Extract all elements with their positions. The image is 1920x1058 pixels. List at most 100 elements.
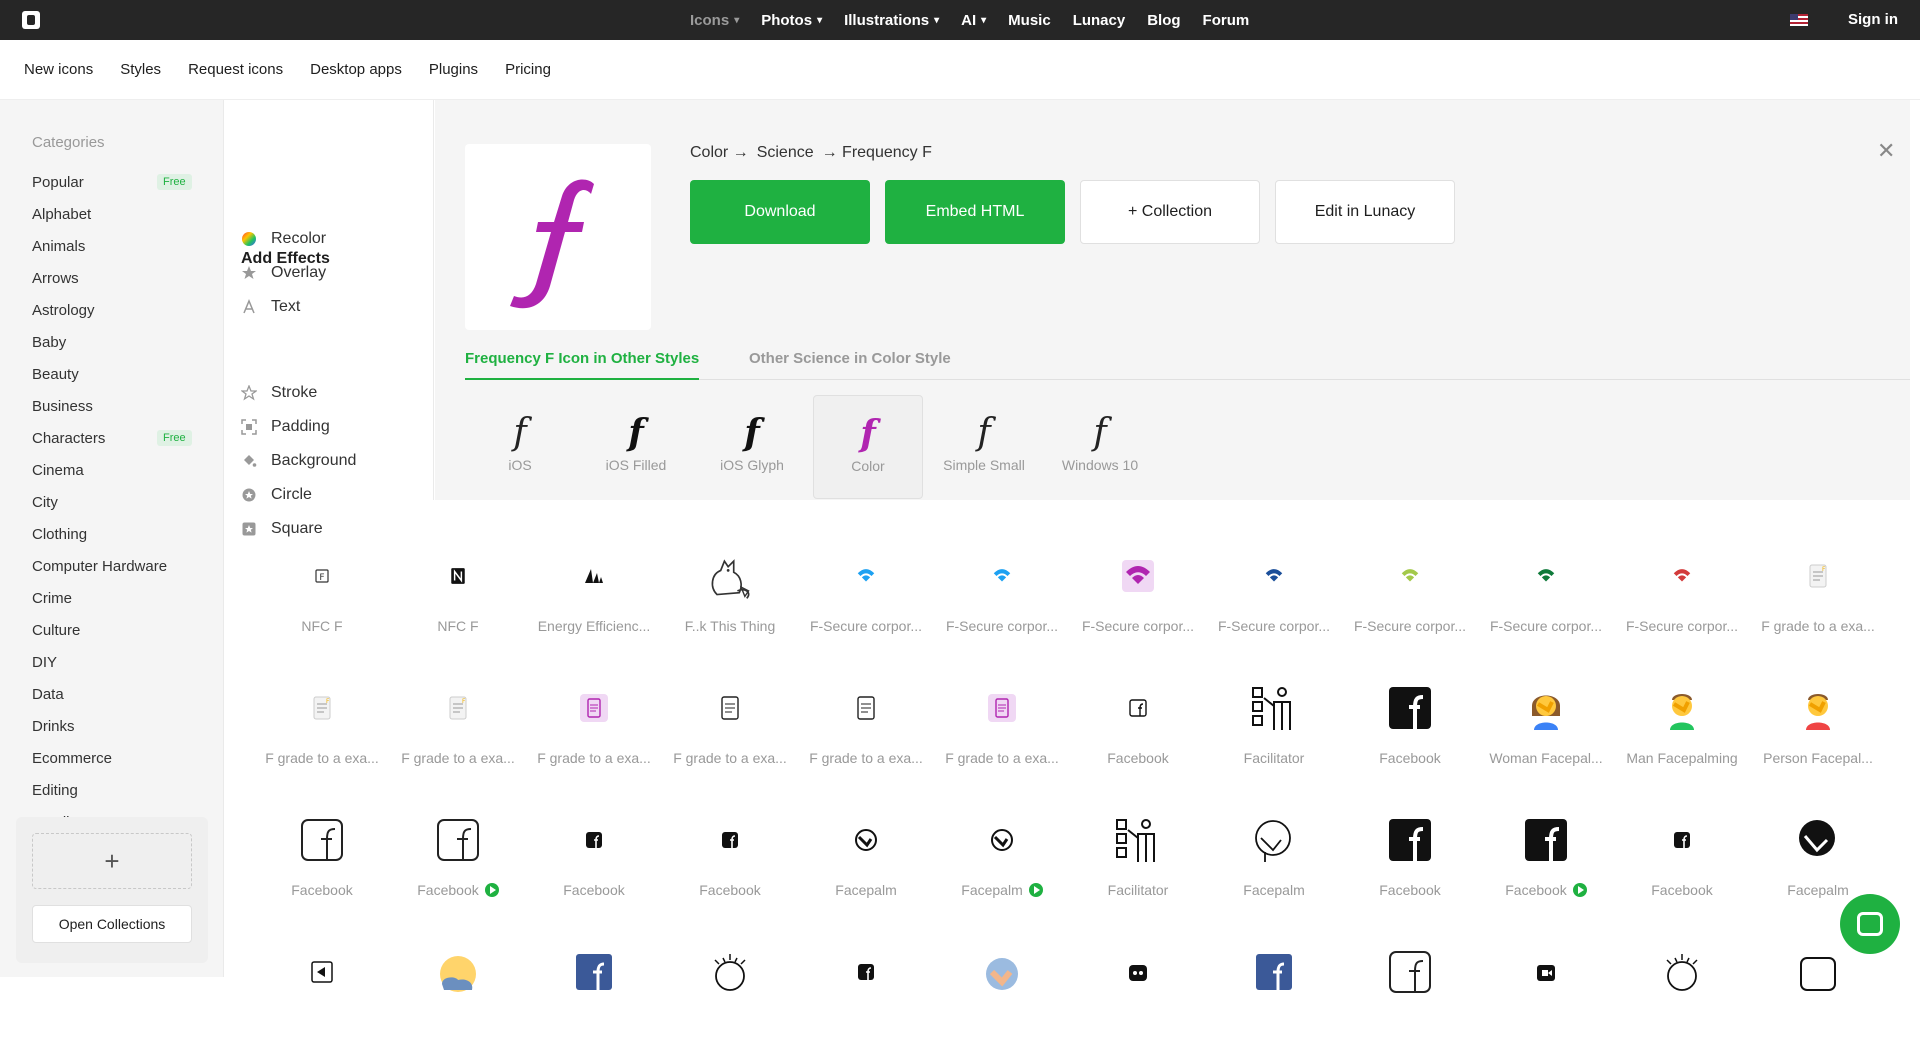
chat-button[interactable] (1840, 894, 1900, 954)
icon-grid-item[interactable]: F grade to a exa... (526, 662, 662, 794)
icon-grid-item[interactable] (254, 926, 390, 1058)
style-color[interactable]: f Color (813, 395, 923, 499)
add-to-collection-button[interactable]: + Collection (1080, 180, 1260, 244)
tab-other-science[interactable]: Other Science in Color Style (749, 350, 951, 380)
effect-stroke[interactable]: Stroke (241, 378, 317, 408)
subnav-pricing[interactable]: Pricing (505, 61, 551, 78)
icon-grid-item[interactable]: Person Facepal... (1750, 662, 1886, 794)
icon-grid-item[interactable] (662, 926, 798, 1058)
icon-grid-item[interactable]: F-Secure corpor... (1342, 530, 1478, 662)
sidebar-item-arrows[interactable]: Arrows (0, 262, 223, 294)
icon-grid-item[interactable]: Facebook (526, 794, 662, 926)
subnav-new-icons[interactable]: New icons (24, 61, 93, 78)
icon-grid-item[interactable]: F-Secure corpor... (1478, 530, 1614, 662)
icon-grid-item[interactable]: F grade to a exa... (662, 662, 798, 794)
breadcrumb-color[interactable]: Color → (690, 144, 749, 162)
icon-grid-item[interactable]: Energy Efficienc... (526, 530, 662, 662)
sidebar-item-alphabet[interactable]: Alphabet (0, 198, 223, 230)
topnav-blog[interactable]: Blog (1147, 12, 1180, 29)
sidebar-item-cinema[interactable]: Cinema (0, 454, 223, 486)
sidebar-item-culture[interactable]: Culture (0, 614, 223, 646)
icon-grid-item[interactable]: F grade to a exa... (798, 662, 934, 794)
icon-grid-item[interactable]: F F grade to a exa... (390, 662, 526, 794)
icon-grid-item[interactable] (798, 926, 934, 1058)
sidebar-item-ecommerce[interactable]: Ecommerce (0, 742, 223, 774)
icon-grid-item[interactable]: Facebook (1070, 662, 1206, 794)
icon-grid-item[interactable]: Facilitator (1206, 662, 1342, 794)
icon-grid-item[interactable]: Facebook (1478, 794, 1614, 926)
icon-grid-item[interactable]: Facebook (662, 794, 798, 926)
download-button[interactable]: Download (690, 180, 870, 244)
sign-in-link[interactable]: Sign in (1848, 11, 1898, 28)
sidebar-item-diy[interactable]: DIY (0, 646, 223, 678)
icon-grid-item[interactable]: F-Secure corpor... (1614, 530, 1750, 662)
style-simple-small[interactable]: f Simple Small (929, 395, 1039, 499)
icon-grid-item[interactable]: F F grade to a exa... (254, 662, 390, 794)
icon-grid-item[interactable]: Facebook (390, 794, 526, 926)
effect-circle[interactable]: Circle (241, 480, 312, 510)
style-windows-10[interactable]: f Windows 10 (1045, 395, 1155, 499)
sidebar-item-editing[interactable]: Editing (0, 774, 223, 806)
subnav-request-icons[interactable]: Request icons (188, 61, 283, 78)
sidebar-item-baby[interactable]: Baby (0, 326, 223, 358)
icon-grid-item[interactable]: F-Secure corpor... (934, 530, 1070, 662)
sidebar-item-animals[interactable]: Animals (0, 230, 223, 262)
close-icon[interactable]: ✕ (1877, 138, 1895, 164)
icon-grid-item[interactable] (1206, 926, 1342, 1058)
style-ios[interactable]: f iOS (465, 395, 575, 499)
icon-grid-item[interactable] (526, 926, 662, 1058)
edit-in-lunacy-button[interactable]: Edit in Lunacy (1275, 180, 1455, 244)
open-collections-button[interactable]: Open Collections (32, 905, 192, 943)
sidebar-item-clothing[interactable]: Clothing (0, 518, 223, 550)
effect-text[interactable]: Text (241, 292, 300, 322)
icon-grid-item[interactable]: Facebook (1342, 662, 1478, 794)
tab-other-styles[interactable]: Frequency F Icon in Other Styles (465, 350, 700, 380)
sidebar-item-computer-hardware[interactable]: Computer Hardware (0, 550, 223, 582)
subnav-styles[interactable]: Styles (120, 61, 161, 78)
icon-grid-item[interactable]: F-Secure corpor... (798, 530, 934, 662)
topnav-icons[interactable]: Icons ▾ (690, 12, 739, 29)
icon-grid-item[interactable]: F grade to a exa... (934, 662, 1070, 794)
subnav-plugins[interactable]: Plugins (429, 61, 478, 78)
effect-background[interactable]: Background (241, 446, 356, 476)
icon-grid-item[interactable]: F-Secure corpor... (1206, 530, 1342, 662)
sidebar-item-crime[interactable]: Crime (0, 582, 223, 614)
topnav-photos[interactable]: Photos ▾ (761, 12, 822, 29)
sidebar-item-business[interactable]: Business (0, 390, 223, 422)
effect-padding[interactable]: Padding (241, 412, 330, 442)
icon-grid-item[interactable]: F F grade to a exa... (1750, 530, 1886, 662)
icon-grid-item[interactable]: F..k This Thing (662, 530, 798, 662)
sidebar-item-characters[interactable]: Characters Free (0, 422, 223, 454)
icon-grid-item[interactable] (934, 926, 1070, 1058)
topnav-forum[interactable]: Forum (1203, 12, 1250, 29)
icon-grid-item[interactable]: Facepalm (798, 794, 934, 926)
sidebar-item-popular[interactable]: Popular Free (0, 166, 223, 198)
add-collection-button[interactable]: + (32, 833, 192, 889)
icon-grid-item[interactable] (390, 926, 526, 1058)
style-ios-filled[interactable]: f iOS Filled (581, 395, 691, 499)
icon-grid-item[interactable]: Facepalm (1206, 794, 1342, 926)
icon-grid-item[interactable]: Facebook (1342, 794, 1478, 926)
style-ios-glyph[interactable]: f iOS Glyph (697, 395, 807, 499)
sidebar-item-city[interactable]: City (0, 486, 223, 518)
icon-grid-item[interactable]: Facilitator (1070, 794, 1206, 926)
sidebar-item-data[interactable]: Data (0, 678, 223, 710)
topnav-music[interactable]: Music (1008, 12, 1051, 29)
sidebar-item-astrology[interactable]: Astrology (0, 294, 223, 326)
icon-grid-item[interactable]: Facebook (1614, 794, 1750, 926)
embed-html-button[interactable]: Embed HTML (885, 180, 1065, 244)
icons8-logo[interactable] (22, 11, 40, 29)
icon-grid-item[interactable] (1614, 926, 1750, 1058)
icon-grid-item[interactable]: Man Facepalming (1614, 662, 1750, 794)
us-flag-icon[interactable] (1790, 14, 1808, 26)
icon-grid-item[interactable]: Woman Facepal... (1478, 662, 1614, 794)
subnav-desktop-apps[interactable]: Desktop apps (310, 61, 402, 78)
icon-grid-item[interactable]: NFC F (390, 530, 526, 662)
sidebar-item-drinks[interactable]: Drinks (0, 710, 223, 742)
topnav-illustrations[interactable]: Illustrations ▾ (844, 12, 939, 29)
topnav-ai[interactable]: AI ▾ (961, 12, 986, 29)
icon-grid-item[interactable]: Facebook (254, 794, 390, 926)
icon-grid-item[interactable] (1342, 926, 1478, 1058)
icon-grid-item[interactable]: F-Secure corpor... (1070, 530, 1206, 662)
sidebar-item-beauty[interactable]: Beauty (0, 358, 223, 390)
